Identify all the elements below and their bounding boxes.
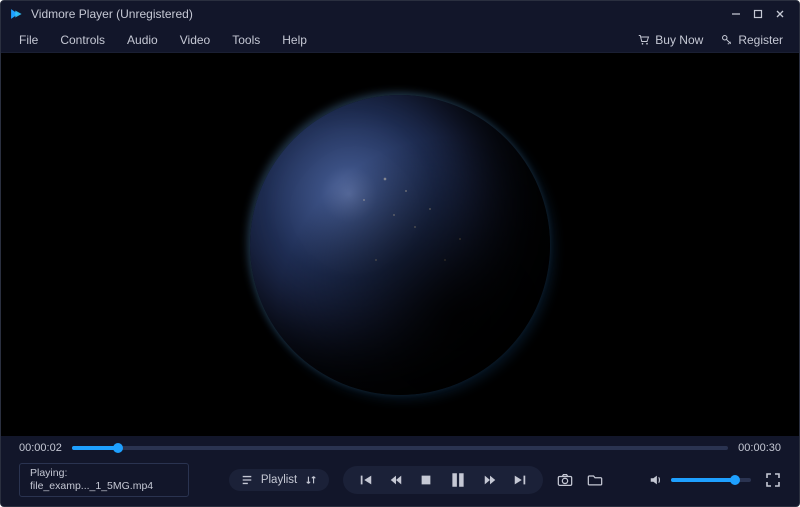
fast-forward-button[interactable]: [483, 473, 497, 487]
utility-icons: [557, 473, 603, 487]
seek-slider[interactable]: [72, 446, 728, 450]
menu-help[interactable]: Help: [282, 33, 307, 47]
cart-icon: [638, 34, 650, 46]
volume-slider[interactable]: [671, 478, 751, 482]
buy-now-button[interactable]: Buy Now: [638, 33, 703, 47]
menu-video[interactable]: Video: [180, 33, 210, 47]
app-logo-icon: [9, 7, 23, 21]
rewind-button[interactable]: [389, 473, 403, 487]
folder-icon: [587, 473, 603, 487]
register-button[interactable]: Register: [721, 33, 783, 47]
app-window: Vidmore Player (Unregistered) File Contr…: [0, 0, 800, 507]
camera-icon: [557, 473, 573, 487]
register-label: Register: [738, 33, 783, 47]
playlist-label: Playlist: [261, 474, 297, 486]
fullscreen-icon: [765, 472, 781, 488]
playlist-icon: [241, 474, 253, 486]
close-button[interactable]: [769, 4, 791, 24]
next-button[interactable]: [513, 473, 527, 487]
controls-row: Playing: file_examp..._1_5MG.mp4 Playlis…: [19, 464, 781, 496]
key-icon: [721, 34, 733, 46]
now-playing-label: Playing:: [30, 467, 178, 480]
speaker-icon: [649, 473, 663, 487]
time-duration: 00:00:30: [738, 442, 781, 454]
maximize-button[interactable]: [747, 4, 769, 24]
menu-bar: File Controls Audio Video Tools Help Buy…: [1, 27, 799, 53]
minimize-button[interactable]: [725, 4, 747, 24]
open-folder-button[interactable]: [587, 473, 603, 487]
volume-control: [649, 473, 751, 487]
now-playing-box: Playing: file_examp..._1_5MG.mp4: [19, 463, 189, 497]
pause-button[interactable]: [449, 471, 467, 489]
now-playing-filename: file_examp..._1_5MG.mp4: [30, 480, 178, 493]
menu-audio[interactable]: Audio: [127, 33, 158, 47]
transport-controls: [343, 466, 543, 494]
time-current: 00:00:02: [19, 442, 62, 454]
title-bar: Vidmore Player (Unregistered): [1, 1, 799, 27]
controls-panel: 00:00:02 00:00:30 Playing: file_examp...…: [1, 436, 799, 506]
previous-button[interactable]: [359, 473, 373, 487]
stop-button[interactable]: [419, 473, 433, 487]
volume-button[interactable]: [649, 473, 663, 487]
fullscreen-button[interactable]: [765, 472, 781, 488]
menu-controls[interactable]: Controls: [60, 33, 105, 47]
menu-file[interactable]: File: [19, 33, 38, 47]
video-viewport[interactable]: [1, 53, 799, 436]
window-title: Vidmore Player (Unregistered): [31, 7, 193, 21]
menu-tools[interactable]: Tools: [232, 33, 260, 47]
sort-icon: [305, 474, 317, 486]
playlist-button[interactable]: Playlist: [229, 469, 329, 491]
snapshot-button[interactable]: [557, 473, 573, 487]
video-frame-content: [250, 95, 550, 395]
buy-now-label: Buy Now: [655, 33, 703, 47]
progress-row: 00:00:02 00:00:30: [19, 442, 781, 454]
